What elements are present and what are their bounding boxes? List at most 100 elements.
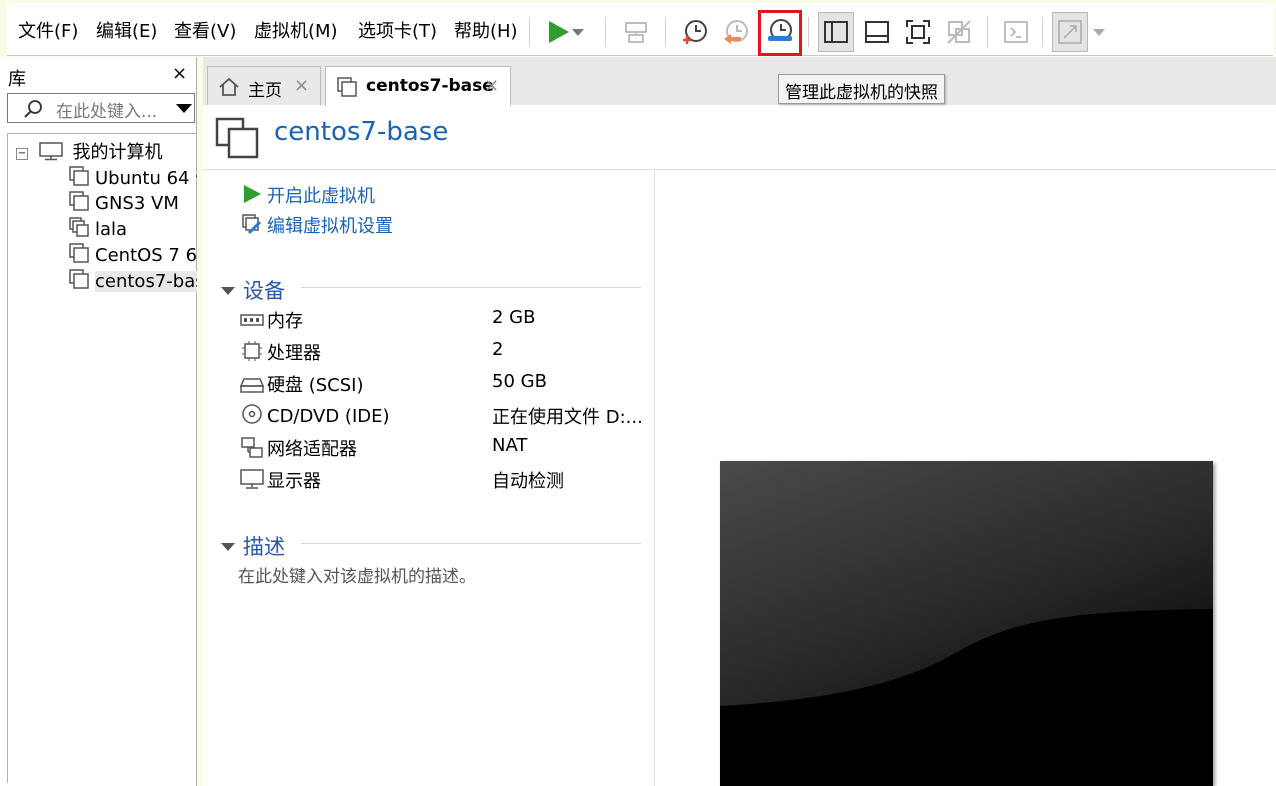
tree-item-label: centos7-base (95, 271, 197, 292)
edit-vm-settings-link[interactable]: 编辑虚拟机设置 (241, 212, 393, 238)
device-row-cdrom[interactable]: CD/DVD (IDE) (240, 403, 390, 431)
menu-file[interactable]: 文件(F) (18, 17, 78, 43)
description-header-label: 描述 (243, 535, 285, 559)
main-panel: 主页 × centos7-base × 管理此虚拟机的快照 centos7-ba… (203, 57, 1276, 786)
device-value: 正在使用文件 D:... (492, 407, 643, 428)
tree-root-label: 我的计算机 (72, 142, 163, 163)
snapshot-revert-icon (724, 20, 748, 44)
menu-edit[interactable]: 编辑(E) (96, 17, 157, 43)
tree-item-gns3[interactable]: GNS3 VM (68, 190, 179, 216)
vm-icon (69, 269, 89, 289)
library-search[interactable]: 在此处键入... (7, 93, 195, 123)
tab-home-close-button[interactable]: × (294, 75, 309, 96)
devices-section-header[interactable]: 设备 (221, 275, 285, 305)
menu-help[interactable]: 帮助(H) (454, 17, 518, 43)
tab-vm-label: centos7-base (366, 76, 494, 96)
menu-view[interactable]: 查看(V) (174, 17, 236, 43)
section-divider (301, 287, 641, 288)
tree-item-lala[interactable]: lala (68, 216, 127, 242)
terminal-icon (1004, 21, 1028, 43)
take-snapshot-button[interactable] (677, 12, 713, 52)
device-row-memory[interactable]: 内存 (240, 307, 303, 335)
send-keys-button[interactable] (618, 12, 654, 52)
section-divider (301, 543, 641, 544)
device-value: 50 GB (492, 371, 547, 392)
memory-icon (240, 314, 264, 326)
unity-icon (947, 20, 971, 44)
edit-settings-label: 编辑虚拟机设置 (267, 216, 393, 237)
device-row-processor[interactable]: 处理器 (240, 339, 321, 367)
show-library-button[interactable] (818, 12, 854, 52)
tree-item-ubuntu[interactable]: Ubuntu 64 位 (68, 164, 197, 190)
device-name: 处理器 (267, 343, 321, 364)
search-input[interactable]: 在此处键入... (56, 97, 157, 122)
device-row-harddisk[interactable]: 硬盘 (SCSI) (240, 371, 364, 399)
vm-title: centos7-base (274, 117, 449, 147)
description-section-header[interactable]: 描述 (221, 531, 285, 561)
panel-divider (654, 169, 655, 786)
snapshot-tooltip: 管理此虚拟机的快照 (778, 74, 945, 104)
show-console-button[interactable] (859, 12, 895, 52)
devices-header-label: 设备 (243, 279, 285, 303)
tree-item-label: lala (95, 219, 128, 240)
stretch-options-dropdown[interactable] (1089, 12, 1109, 52)
harddisk-icon (240, 378, 264, 393)
snapshot-manager-highlight (758, 10, 802, 56)
vm-icon (337, 77, 357, 97)
monitor-icon (240, 469, 264, 489)
toolbar-separator (1042, 17, 1043, 47)
description-field[interactable]: 在此处键入对该虚拟机的描述。 (238, 562, 476, 587)
collapse-arrow-icon (221, 287, 235, 295)
network-icon (241, 437, 263, 458)
revert-snapshot-button[interactable] (718, 12, 754, 52)
settings-edit-icon (242, 214, 262, 235)
library-close-button[interactable]: × (172, 63, 187, 84)
snapshot-take-icon (683, 20, 707, 44)
stretch-guest-button[interactable] (1052, 12, 1088, 52)
tab-home[interactable]: 主页 × (207, 66, 321, 105)
header-divider (203, 169, 1276, 170)
search-dropdown-icon[interactable] (176, 104, 192, 113)
cdrom-icon (242, 404, 262, 424)
tree-root-my-computer[interactable]: − 我的计算机 (16, 138, 162, 164)
device-name: 网络适配器 (267, 439, 357, 460)
library-panel: 库 × 在此处键入... − 我的计算机 Ubuntu 64 位 GNS3 VM… (0, 57, 197, 786)
fullscreen-button[interactable] (900, 12, 936, 52)
home-icon (219, 77, 239, 96)
menu-tabs[interactable]: 选项卡(T) (358, 17, 437, 43)
vm-team-icon (69, 217, 89, 237)
device-row-network[interactable]: 网络适配器 (240, 435, 357, 463)
tree-item-centos7-64[interactable]: CentOS 7 64 (68, 242, 197, 268)
menu-toolbar: 文件(F) 编辑(E) 查看(V) 虚拟机(M) 选项卡(T) 帮助(H) (7, 3, 1273, 56)
unity-button[interactable] (941, 12, 977, 52)
power-on-vm-link[interactable]: 开启此虚拟机 (241, 182, 375, 208)
device-value: NAT (492, 435, 528, 456)
collapse-icon[interactable]: − (16, 148, 28, 160)
cpu-icon (242, 341, 262, 361)
stretch-icon (1058, 20, 1082, 44)
preview-wave-graphic (720, 609, 1213, 786)
console-view-icon (865, 21, 889, 43)
toolbar-separator (808, 17, 809, 47)
menu-vm[interactable]: 虚拟机(M) (254, 17, 338, 43)
dropdown-arrow-icon (572, 29, 584, 36)
device-name: 硬盘 (SCSI) (267, 375, 364, 396)
vm-icon (69, 166, 89, 186)
power-options-dropdown[interactable] (568, 12, 588, 52)
tree-item-centos7-base[interactable]: centos7-base (68, 268, 197, 294)
tab-vm-close-button[interactable]: × (484, 75, 499, 96)
device-name: CD/DVD (IDE) (267, 406, 390, 427)
vm-large-icon (215, 117, 259, 159)
device-value: 2 GB (492, 307, 536, 328)
collapse-arrow-icon (221, 543, 235, 551)
console-terminal-button[interactable] (998, 12, 1034, 52)
fullscreen-icon (906, 20, 930, 44)
device-value: 自动检测 (492, 471, 564, 492)
toolbar-separator (605, 17, 606, 47)
toolbar-separator (987, 17, 988, 47)
search-icon (24, 100, 42, 118)
vm-screen-preview[interactable] (720, 461, 1213, 786)
device-row-display[interactable]: 显示器 (240, 467, 321, 495)
vm-icon (69, 243, 89, 263)
tab-centos7-base[interactable]: centos7-base × (325, 66, 511, 106)
